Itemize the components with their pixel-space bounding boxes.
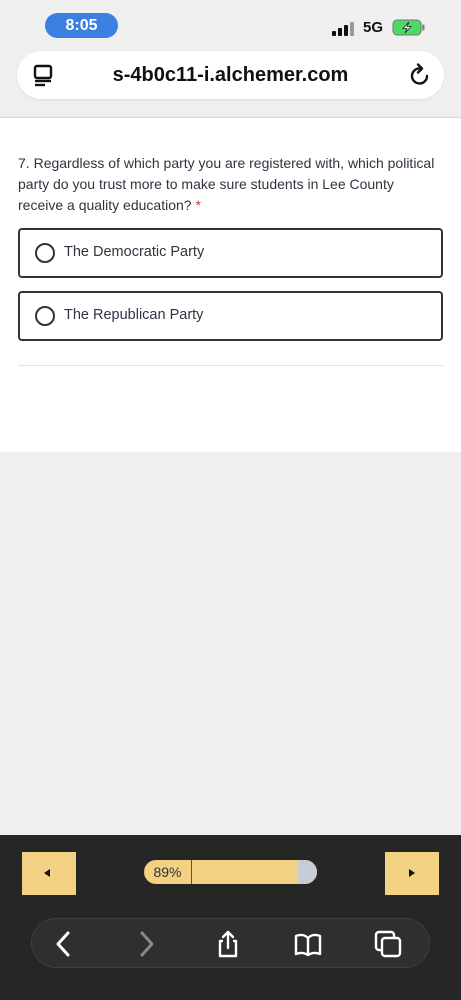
bookmarks-icon[interactable] [294,930,322,958]
previous-page-button[interactable] [22,852,76,895]
option-label: The Democratic Party [64,244,205,260]
question-text: 7. Regardless of which party you are reg… [18,153,438,216]
radio-button[interactable] [35,306,55,326]
question-body: Regardless of which party you are regist… [18,155,435,213]
survey-page: 7. Regardless of which party you are reg… [0,117,461,452]
question-number: 7. [18,155,30,171]
browser-toolbar [31,918,430,968]
forward-icon[interactable] [132,930,160,958]
progress-label: 89% [144,860,192,884]
battery-charging-icon [392,19,425,36]
url-text[interactable]: s-4b0c11-i.alchemer.com [17,64,444,87]
triangle-right-icon [409,869,415,877]
network-label: 5G [363,19,384,36]
progress-bar: 89% [144,860,317,884]
progress-remaining [297,860,317,884]
required-marker: * [195,197,201,213]
radio-button[interactable] [35,243,55,263]
screen: 8:05 5G s-4b0c11-i.alchemer.com 7. Regar… [0,0,461,1000]
signal-icon [332,22,354,36]
address-bar[interactable]: s-4b0c11-i.alchemer.com [17,51,444,99]
reload-icon[interactable] [408,62,432,88]
bottom-navigation: 89% [0,835,461,1000]
tabs-icon[interactable] [374,930,402,958]
share-icon[interactable] [214,930,242,958]
option-democratic-party[interactable]: The Democratic Party [18,228,443,278]
next-page-button[interactable] [385,852,439,895]
divider [18,365,443,366]
option-label: The Republican Party [64,307,204,323]
status-bar: 8:05 5G [0,0,461,50]
option-republican-party[interactable]: The Republican Party [18,291,443,341]
time-display: 8:05 [45,13,118,38]
triangle-left-icon [44,869,50,877]
back-icon[interactable] [50,930,78,958]
